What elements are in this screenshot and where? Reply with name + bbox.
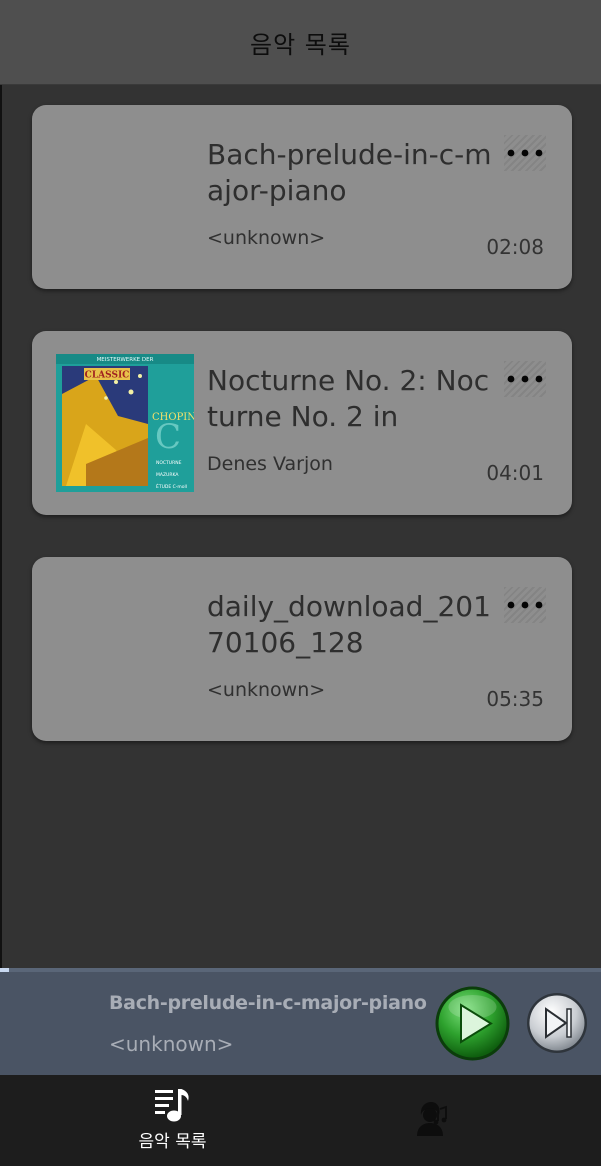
play-button[interactable] xyxy=(434,985,511,1062)
album-art-top-text: MEISTERWERKE DER xyxy=(97,357,154,363)
album-art: MEISTERWERKE DER CLASSIC CHOPIN C NOCTUR… xyxy=(56,354,194,492)
more-dots-icon xyxy=(507,375,543,383)
musician-icon xyxy=(417,1102,447,1136)
nav-item-musician[interactable] xyxy=(395,1075,455,1166)
song-artist: <unknown> xyxy=(207,679,326,701)
nav-item-music-list[interactable]: 음악 목록 xyxy=(110,1075,235,1166)
song-title: Bach-prelude-in-c-major-piano xyxy=(207,138,492,207)
song-duration: 02:08 xyxy=(486,235,544,259)
song-artist: <unknown> xyxy=(207,227,326,249)
skip-next-button[interactable] xyxy=(526,992,588,1054)
song-card[interactable]: MEISTERWERKE DER CLASSIC CHOPIN C NOCTUR… xyxy=(32,331,572,515)
song-title: daily_download_20170106_128 xyxy=(207,590,491,659)
bottom-navigation: 음악 목록 xyxy=(0,1075,601,1166)
svg-text:C: C xyxy=(155,417,181,457)
more-options-button[interactable] xyxy=(504,135,546,171)
more-dots-icon xyxy=(507,601,543,609)
song-artist: Denes Varjon xyxy=(207,453,333,475)
mini-player[interactable]: Bach-prelude-in-c-major-piano <unknown> xyxy=(0,972,601,1075)
more-options-button[interactable] xyxy=(504,361,546,397)
now-playing-title: Bach-prelude-in-c-major-piano xyxy=(109,992,427,1014)
song-title: Nocturne No. 2: Nocturne No. 2 in xyxy=(207,364,490,433)
album-art-track-1: NOCTURNE xyxy=(156,460,182,466)
page-title: 음악 목록 xyxy=(250,30,351,59)
album-art-brand: CLASSIC xyxy=(85,371,130,381)
nav-item-label: 음악 목록 xyxy=(138,1132,207,1152)
album-art-track-2: MAZURKA xyxy=(156,472,179,478)
app-bar: 음악 목록 xyxy=(0,0,601,85)
more-options-button[interactable] xyxy=(504,587,546,623)
song-duration: 05:35 xyxy=(486,687,544,711)
song-duration: 04:01 xyxy=(486,461,544,485)
song-card[interactable]: daily_download_20170106_128 <unknown> 05… xyxy=(32,557,572,741)
song-card[interactable]: Bach-prelude-in-c-major-piano <unknown> … xyxy=(32,105,572,289)
music-list-icon xyxy=(155,1089,189,1122)
now-playing-artist: <unknown> xyxy=(109,1032,234,1056)
more-dots-icon xyxy=(507,149,543,157)
